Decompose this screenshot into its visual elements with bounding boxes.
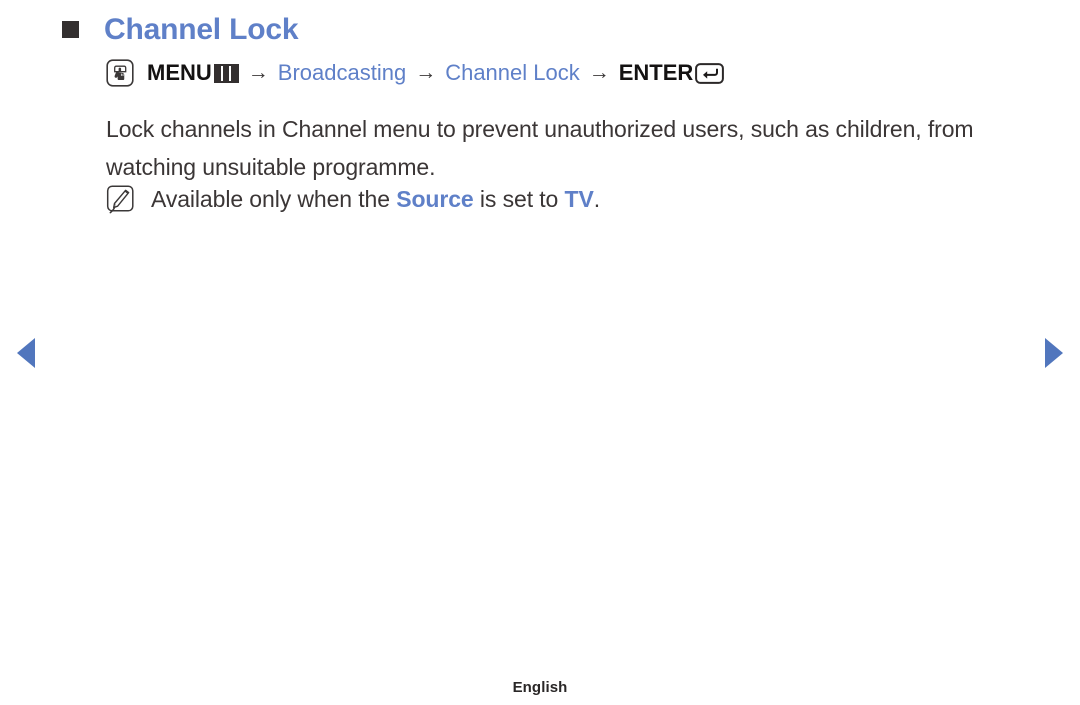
menu-path-breadcrumb: MENU → Broadcasting → Channel Lock → ENT… [106,59,725,87]
footer-language-label: English [512,679,568,696]
menu-bars-icon [213,63,239,83]
note-row: Available only when the Source is set to… [106,185,600,214]
path-arrow-2: → [415,61,437,84]
next-page-arrow-icon[interactable] [1045,338,1063,368]
note-text-middle: is set to [473,186,565,212]
previous-page-arrow-icon[interactable] [17,338,35,368]
path-arrow-1: → [247,61,269,84]
path-step-broadcasting: Broadcasting [277,60,407,85]
enter-return-key-icon [695,62,725,84]
menu-hand-press-icon [106,59,134,87]
note-text-before: Available only when the [151,186,397,212]
path-arrow-3: → [588,61,610,84]
note-highlight-tv: TV [564,186,594,212]
path-menu-label: MENU [147,60,212,85]
path-step-channel-lock: Channel Lock [445,60,580,85]
page-heading: Channel Lock [62,13,299,46]
note-pencil-icon [106,185,134,214]
menu-path-text: MENU → Broadcasting → Channel Lock → ENT… [147,59,725,87]
note-text-after: . [593,186,601,212]
body-paragraph: Lock channels in Channel menu to prevent… [106,116,974,180]
note-text: Available only when the Source is set to… [151,185,600,214]
page-title: Channel Lock [104,13,299,46]
path-enter-label: ENTER [618,60,694,85]
note-highlight-source: Source [396,186,474,212]
manual-page: Channel Lock MENU → Broadcasting → Chann… [0,0,1080,705]
filled-square-bullet-icon [62,21,79,38]
